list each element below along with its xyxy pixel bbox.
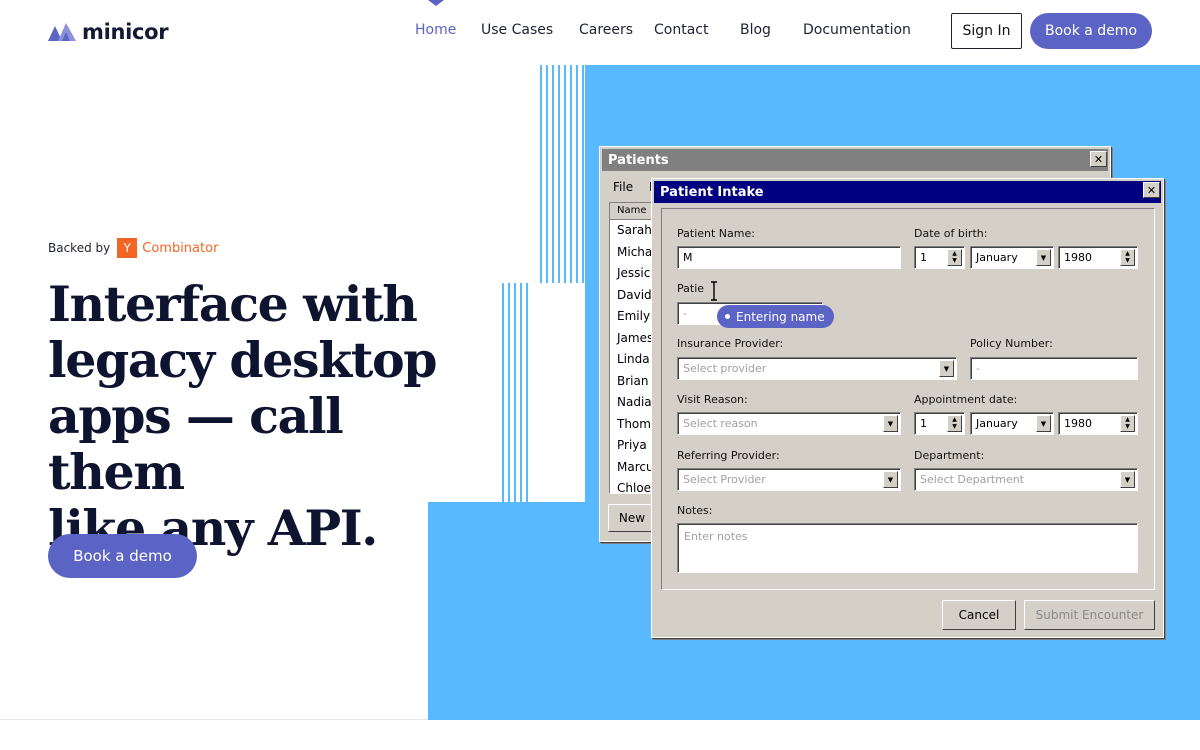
appt-year-spinner[interactable]: 1980 ▲ ▼ bbox=[1058, 412, 1138, 435]
visit-reason-select[interactable]: Select reason ▼ bbox=[677, 412, 901, 435]
brand-logo[interactable]: minicor bbox=[48, 20, 169, 44]
headline-line: Interface with bbox=[48, 275, 418, 333]
menu-file[interactable]: File bbox=[613, 180, 633, 194]
patient-name-label: Patient Name: bbox=[677, 227, 755, 240]
text-cursor-icon bbox=[711, 281, 717, 301]
spinner-arrows-icon[interactable]: ▲ ▼ bbox=[1120, 249, 1135, 266]
intake-close-icon[interactable]: ✕ bbox=[1143, 182, 1160, 198]
insurance-placeholder: Select provider bbox=[683, 362, 767, 375]
patient-name-value: M bbox=[683, 251, 693, 264]
notes-textarea[interactable]: Enter notes bbox=[677, 523, 1138, 573]
chevron-down-icon[interactable]: ▼ bbox=[883, 415, 898, 432]
top-nav: minicor Home Use Cases Careers Contact B… bbox=[0, 0, 1200, 62]
patients-title: Patients bbox=[608, 152, 669, 168]
sign-in-button[interactable]: Sign In bbox=[951, 13, 1022, 49]
chevron-down-icon[interactable]: ▼ bbox=[883, 471, 898, 488]
dob-label: Date of birth: bbox=[914, 227, 988, 240]
patient-intake-window: Patient Intake ✕ Patient Name: M Date of… bbox=[651, 178, 1164, 638]
notes-placeholder: Enter notes bbox=[684, 530, 748, 543]
backed-by-badge: Backed by Y Combinator bbox=[48, 238, 218, 258]
nav-link-blog[interactable]: Blog bbox=[740, 22, 771, 38]
book-demo-nav-button[interactable]: Book a demo bbox=[1030, 13, 1152, 49]
visit-reason-label: Visit Reason: bbox=[677, 393, 748, 406]
referring-provider-select[interactable]: Select Provider ▼ bbox=[677, 468, 901, 491]
chevron-down-icon[interactable]: ▼ bbox=[1036, 249, 1051, 266]
appt-day-value: 1 bbox=[920, 417, 927, 430]
appt-month-value: January bbox=[976, 417, 1018, 430]
section-divider bbox=[0, 719, 428, 720]
nav-link-documentation[interactable]: Documentation bbox=[803, 22, 911, 38]
spinner-arrows-icon[interactable]: ▲ ▼ bbox=[947, 249, 962, 266]
visit-reason-placeholder: Select reason bbox=[683, 417, 758, 430]
status-bubble: Entering name bbox=[717, 305, 834, 328]
insurance-label: Insurance Provider: bbox=[677, 337, 784, 350]
active-nav-indicator bbox=[428, 0, 444, 6]
dob-year-value: 1980 bbox=[1064, 251, 1092, 264]
cancel-button[interactable]: Cancel bbox=[942, 600, 1016, 630]
stripes-decoration-upper bbox=[540, 65, 584, 283]
insurance-select[interactable]: Select provider ▼ bbox=[677, 357, 957, 380]
appointment-label: Appointment date: bbox=[914, 393, 1018, 406]
brand-name: minicor bbox=[82, 20, 169, 44]
headline-line: legacy desktop bbox=[48, 331, 438, 389]
new-patient-button[interactable]: New bbox=[608, 504, 656, 532]
yc-name: Combinator bbox=[142, 240, 219, 256]
dob-month-value: January bbox=[976, 251, 1018, 264]
chevron-down-icon[interactable]: ▼ bbox=[1036, 415, 1051, 432]
stripes-decoration-lower bbox=[502, 283, 528, 502]
spinner-arrows-icon[interactable]: ▲ ▼ bbox=[1120, 415, 1135, 432]
department-placeholder: Select Department bbox=[920, 473, 1024, 486]
chevron-down-icon[interactable]: ▼ bbox=[1120, 471, 1135, 488]
patient-id-label: Patie bbox=[677, 282, 705, 295]
appt-year-value: 1980 bbox=[1064, 417, 1092, 430]
referring-placeholder: Select Provider bbox=[683, 473, 766, 486]
intake-form: Patient Name: M Date of birth: 1 ▲ ▼ Janu… bbox=[661, 208, 1155, 590]
appt-month-select[interactable]: January ▼ bbox=[970, 412, 1054, 435]
nav-link-home[interactable]: Home bbox=[415, 22, 456, 38]
nav-link-careers[interactable]: Careers bbox=[579, 22, 633, 38]
backed-by-label: Backed by bbox=[48, 241, 111, 255]
yc-logo-icon: Y bbox=[117, 238, 138, 258]
mountain-logo-icon bbox=[48, 23, 76, 41]
notes-label: Notes: bbox=[677, 504, 713, 517]
book-demo-hero-button[interactable]: Book a demo bbox=[48, 534, 197, 578]
dob-day-value: 1 bbox=[920, 251, 927, 264]
department-label: Department: bbox=[914, 449, 985, 462]
dob-year-spinner[interactable]: 1980 ▲ ▼ bbox=[1058, 246, 1138, 269]
status-dot-icon bbox=[725, 314, 730, 319]
spinner-arrows-icon[interactable]: ▲ ▼ bbox=[947, 415, 962, 432]
dob-day-spinner[interactable]: 1 ▲ ▼ bbox=[914, 246, 965, 269]
policy-number-input[interactable]: - bbox=[970, 357, 1138, 380]
patients-titlebar[interactable]: Patients bbox=[602, 149, 1108, 171]
status-bubble-text: Entering name bbox=[736, 309, 825, 324]
patients-close-icon[interactable]: ✕ bbox=[1090, 151, 1107, 167]
headline-line: apps — call them bbox=[48, 387, 344, 501]
intake-title: Patient Intake bbox=[660, 184, 764, 200]
nav-link-contact[interactable]: Contact bbox=[654, 22, 708, 38]
policy-label: Policy Number: bbox=[970, 337, 1053, 350]
hero-headline: Interface with legacy desktop apps — cal… bbox=[48, 276, 478, 556]
appt-day-spinner[interactable]: 1 ▲ ▼ bbox=[914, 412, 965, 435]
submit-encounter-button[interactable]: Submit Encounter bbox=[1024, 600, 1155, 630]
dob-month-select[interactable]: January ▼ bbox=[970, 246, 1054, 269]
department-select[interactable]: Select Department ▼ bbox=[914, 468, 1138, 491]
chevron-down-icon[interactable]: ▼ bbox=[939, 360, 954, 377]
nav-link-use-cases[interactable]: Use Cases bbox=[481, 22, 553, 38]
intake-titlebar[interactable]: Patient Intake bbox=[654, 181, 1161, 203]
policy-placeholder: - bbox=[976, 362, 980, 375]
patient-name-input[interactable]: M bbox=[677, 246, 901, 269]
referring-label: Referring Provider: bbox=[677, 449, 780, 462]
patient-id-placeholder: - bbox=[683, 307, 687, 320]
